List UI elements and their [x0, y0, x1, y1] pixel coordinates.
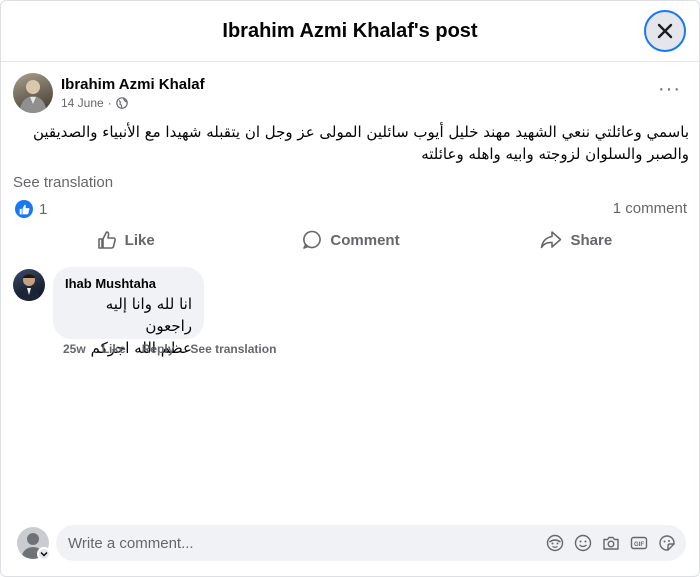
commenter-name[interactable]: Ihab Mushtaha [65, 276, 192, 291]
reaction-summary[interactable]: 1 [15, 200, 47, 218]
post-text: باسمي وعائلتي ننعي الشهيد مهند خليل أيوب… [13, 121, 689, 165]
share-arrow-icon [541, 231, 562, 249]
more-options-button[interactable]: ··· [658, 79, 681, 99]
avatar-sticker-icon[interactable] [546, 534, 564, 552]
post-actions: Like Comment Share [13, 223, 689, 257]
sticker-icon[interactable] [658, 534, 676, 552]
reaction-count: 1 [39, 200, 48, 218]
comment-text-line: انا لله وانا إليه راجعون [105, 295, 192, 335]
comment-count[interactable]: 1 comment [613, 200, 687, 217]
composer-icons: GIF [546, 534, 676, 552]
like-button[interactable]: Like [13, 223, 238, 257]
emoji-icon[interactable] [574, 534, 592, 552]
comment-age[interactable]: 25w [63, 342, 86, 356]
comment-see-translation-link[interactable]: See translation [190, 342, 276, 356]
close-button[interactable] [644, 10, 686, 52]
post-date[interactable]: 14 June [61, 96, 104, 110]
svg-text:GIF: GIF [634, 542, 644, 548]
author-avatar[interactable] [13, 73, 53, 113]
post-dialog: Ibrahim Azmi Khalaf's post Ibrahim Azmi … [0, 0, 700, 577]
post-meta: 14 June · [61, 96, 128, 110]
commenter-avatar[interactable] [13, 269, 45, 301]
share-button[interactable]: Share [464, 223, 689, 257]
comment-input[interactable] [68, 534, 546, 552]
comment-button[interactable]: Comment [238, 223, 463, 257]
gif-icon[interactable]: GIF [630, 534, 648, 552]
dialog-title: Ibrahim Azmi Khalaf's post [222, 19, 478, 42]
author-name[interactable]: Ibrahim Azmi Khalaf [61, 76, 205, 93]
comment-composer: GIF [56, 525, 686, 561]
close-icon [657, 23, 673, 39]
like-label: Like [124, 231, 155, 249]
camera-icon[interactable] [602, 534, 620, 552]
share-label: Share [570, 231, 613, 249]
comment-bubble: Ihab Mushtaha انا لله وانا إليه راجعون ع… [53, 267, 204, 357]
comment-label: Comment [330, 231, 400, 249]
globe-icon [115, 97, 128, 109]
comment-meta: 25w Like Reply See translation [63, 342, 276, 356]
post-text-line: والصبر والسلوان لزوجته وابيه واهله وعائل… [421, 145, 689, 163]
dialog-header: Ibrahim Azmi Khalaf's post [1, 1, 699, 62]
comment-like-button[interactable]: Like [102, 342, 126, 356]
like-reaction-icon [15, 200, 33, 218]
see-translation-link[interactable]: See translation [13, 174, 113, 191]
thumbs-up-icon [97, 231, 116, 249]
meta-separator: · [107, 96, 112, 110]
comment-bubble-icon [303, 230, 322, 249]
post-text-line: باسمي وعائلتي ننعي الشهيد مهند خليل أيوب… [32, 123, 689, 141]
chevron-down-icon[interactable] [37, 547, 51, 561]
comment-reply-button[interactable]: Reply [142, 342, 175, 356]
